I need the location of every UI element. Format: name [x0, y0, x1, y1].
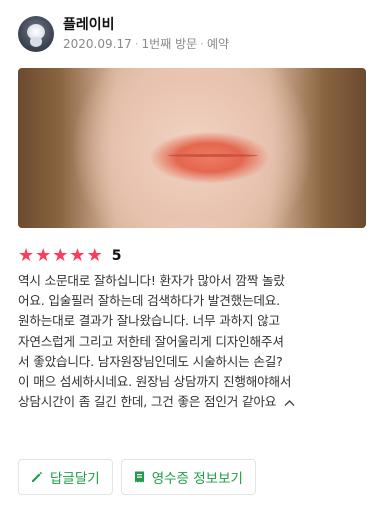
separator-dot: ·	[134, 36, 139, 51]
review-line: 어요. 입술필러 잘하는데 검색하다가 발견했는데요.	[18, 293, 280, 309]
visit-type: 예약	[207, 36, 230, 51]
photo-detail	[168, 154, 258, 157]
star-icon: ★	[18, 245, 35, 266]
review-photo[interactable]	[18, 68, 366, 228]
visit-count: 1번째 방문	[141, 36, 198, 51]
review-line: 역시 소문대로 잘하십니다! 환자가 많아서 깜짝 놀랐	[18, 273, 285, 288]
separator-dot: ·	[200, 36, 204, 51]
chevron-up-icon[interactable]	[278, 394, 295, 409]
receipt-icon	[134, 471, 144, 483]
rating: ★ ★ ★ ★ ★ 5	[18, 246, 121, 266]
review-line: 원하는대로 결과가 잘나왔습니다. 너무 과하지 않고	[18, 313, 280, 329]
user-name[interactable]: 플레이비	[63, 16, 229, 34]
star-icon: ★	[86, 245, 103, 266]
receipt-button-label: 영수증 정보보기	[151, 471, 243, 487]
review-text: 역시 소문대로 잘하십니다! 환자가 많아서 깜짝 놀랐어요. 입술필러 잘하는…	[18, 271, 368, 412]
star-icon: ★	[69, 245, 86, 266]
pencil-icon	[32, 471, 43, 482]
receipt-info-button[interactable]: 영수증 정보보기	[120, 459, 256, 495]
review-line: 상담시간이 좀 길긴 한데, 그건 좋은 점인거 같아요	[18, 392, 368, 412]
reply-button[interactable]: 답글달기	[18, 459, 113, 495]
user-info: 플레이비 2020.09.17 · 1번째 방문 · 예약	[63, 16, 229, 53]
star-rating: ★ ★ ★ ★ ★	[18, 246, 104, 266]
star-icon: ★	[35, 245, 52, 266]
rating-value: 5	[111, 248, 122, 264]
review-header: 플레이비 2020.09.17 · 1번째 방문 · 예약	[18, 14, 364, 54]
action-bar: 답글달기 영수증 정보보기	[18, 459, 264, 495]
review-line: 자연스럽게 그리고 저한테 잘어울리게 디자인해주셔	[18, 333, 284, 349]
review-line: 이 매으 섬세하시네요. 원장님 상담까지 진행해야해서	[18, 374, 292, 390]
review-line: 서 좋았습니다. 남자원장님인데도 시술하시는 손길?	[18, 353, 283, 369]
avatar[interactable]	[18, 16, 54, 52]
review-date: 2020.09.17	[63, 36, 132, 51]
reply-button-label: 답글달기	[50, 471, 100, 487]
review-meta: 2020.09.17 · 1번째 방문 · 예약	[63, 36, 229, 53]
star-icon: ★	[52, 245, 69, 266]
